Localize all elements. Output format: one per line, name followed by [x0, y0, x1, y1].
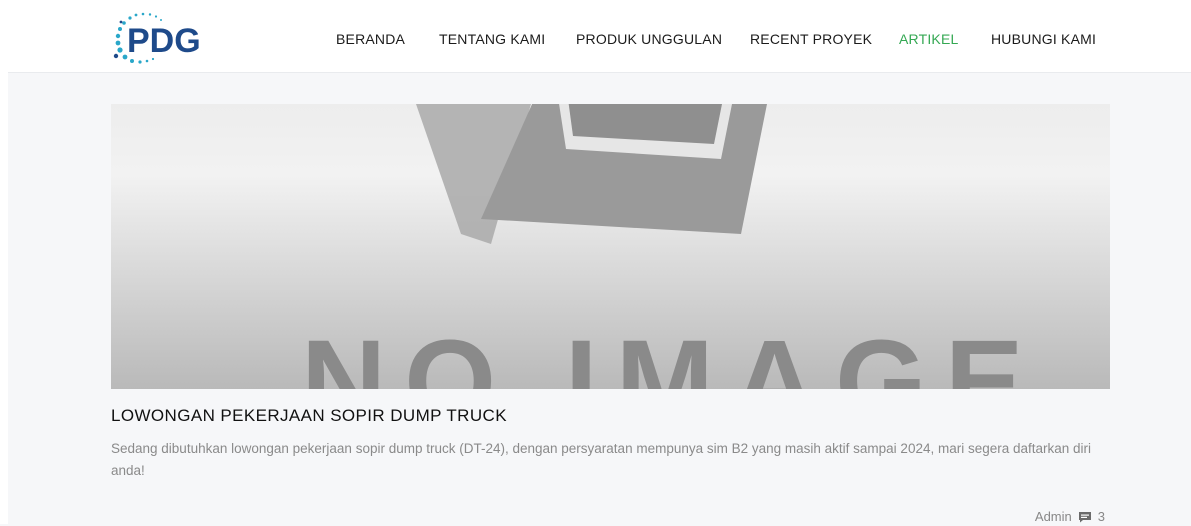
nav-produk-unggulan[interactable]: PRODUK UNGGULAN: [576, 31, 722, 47]
site-header: PDG BERANDA TENTANG KAMI PRODUK UNGGULAN…: [0, 0, 1191, 73]
main-nav: BERANDA TENTANG KAMI PRODUK UNGGULAN REC…: [0, 0, 1191, 72]
post-image[interactable]: NO IMAGE: [111, 104, 1110, 389]
comment-icon[interactable]: [1078, 511, 1092, 523]
comment-count[interactable]: 3: [1098, 509, 1105, 524]
nav-recent-proyek[interactable]: RECENT PROYEK: [750, 31, 872, 47]
post-title[interactable]: LOWONGAN PEKERJAAN SOPIR DUMP TRUCK: [111, 406, 507, 426]
post-author[interactable]: Admin: [1035, 509, 1072, 524]
page-edge: [0, 72, 8, 524]
nav-artikel[interactable]: ARTIKEL: [899, 31, 959, 47]
no-image-placeholder: NO IMAGE: [111, 104, 1110, 389]
post-excerpt: Sedang dibutuhkan lowongan pekerjaan sop…: [111, 441, 1092, 478]
nav-beranda[interactable]: BERANDA: [336, 31, 405, 47]
nav-tentang-kami[interactable]: TENTANG KAMI: [439, 31, 545, 47]
no-image-text: NO IMAGE: [301, 316, 1042, 389]
main-content: NO IMAGE LOWONGAN PEKERJAAN SOPIR DUMP T…: [0, 72, 1191, 524]
post-meta: Admin 3: [1035, 509, 1105, 524]
nav-hubungi-kami[interactable]: HUBUNGI KAMI: [991, 31, 1096, 47]
